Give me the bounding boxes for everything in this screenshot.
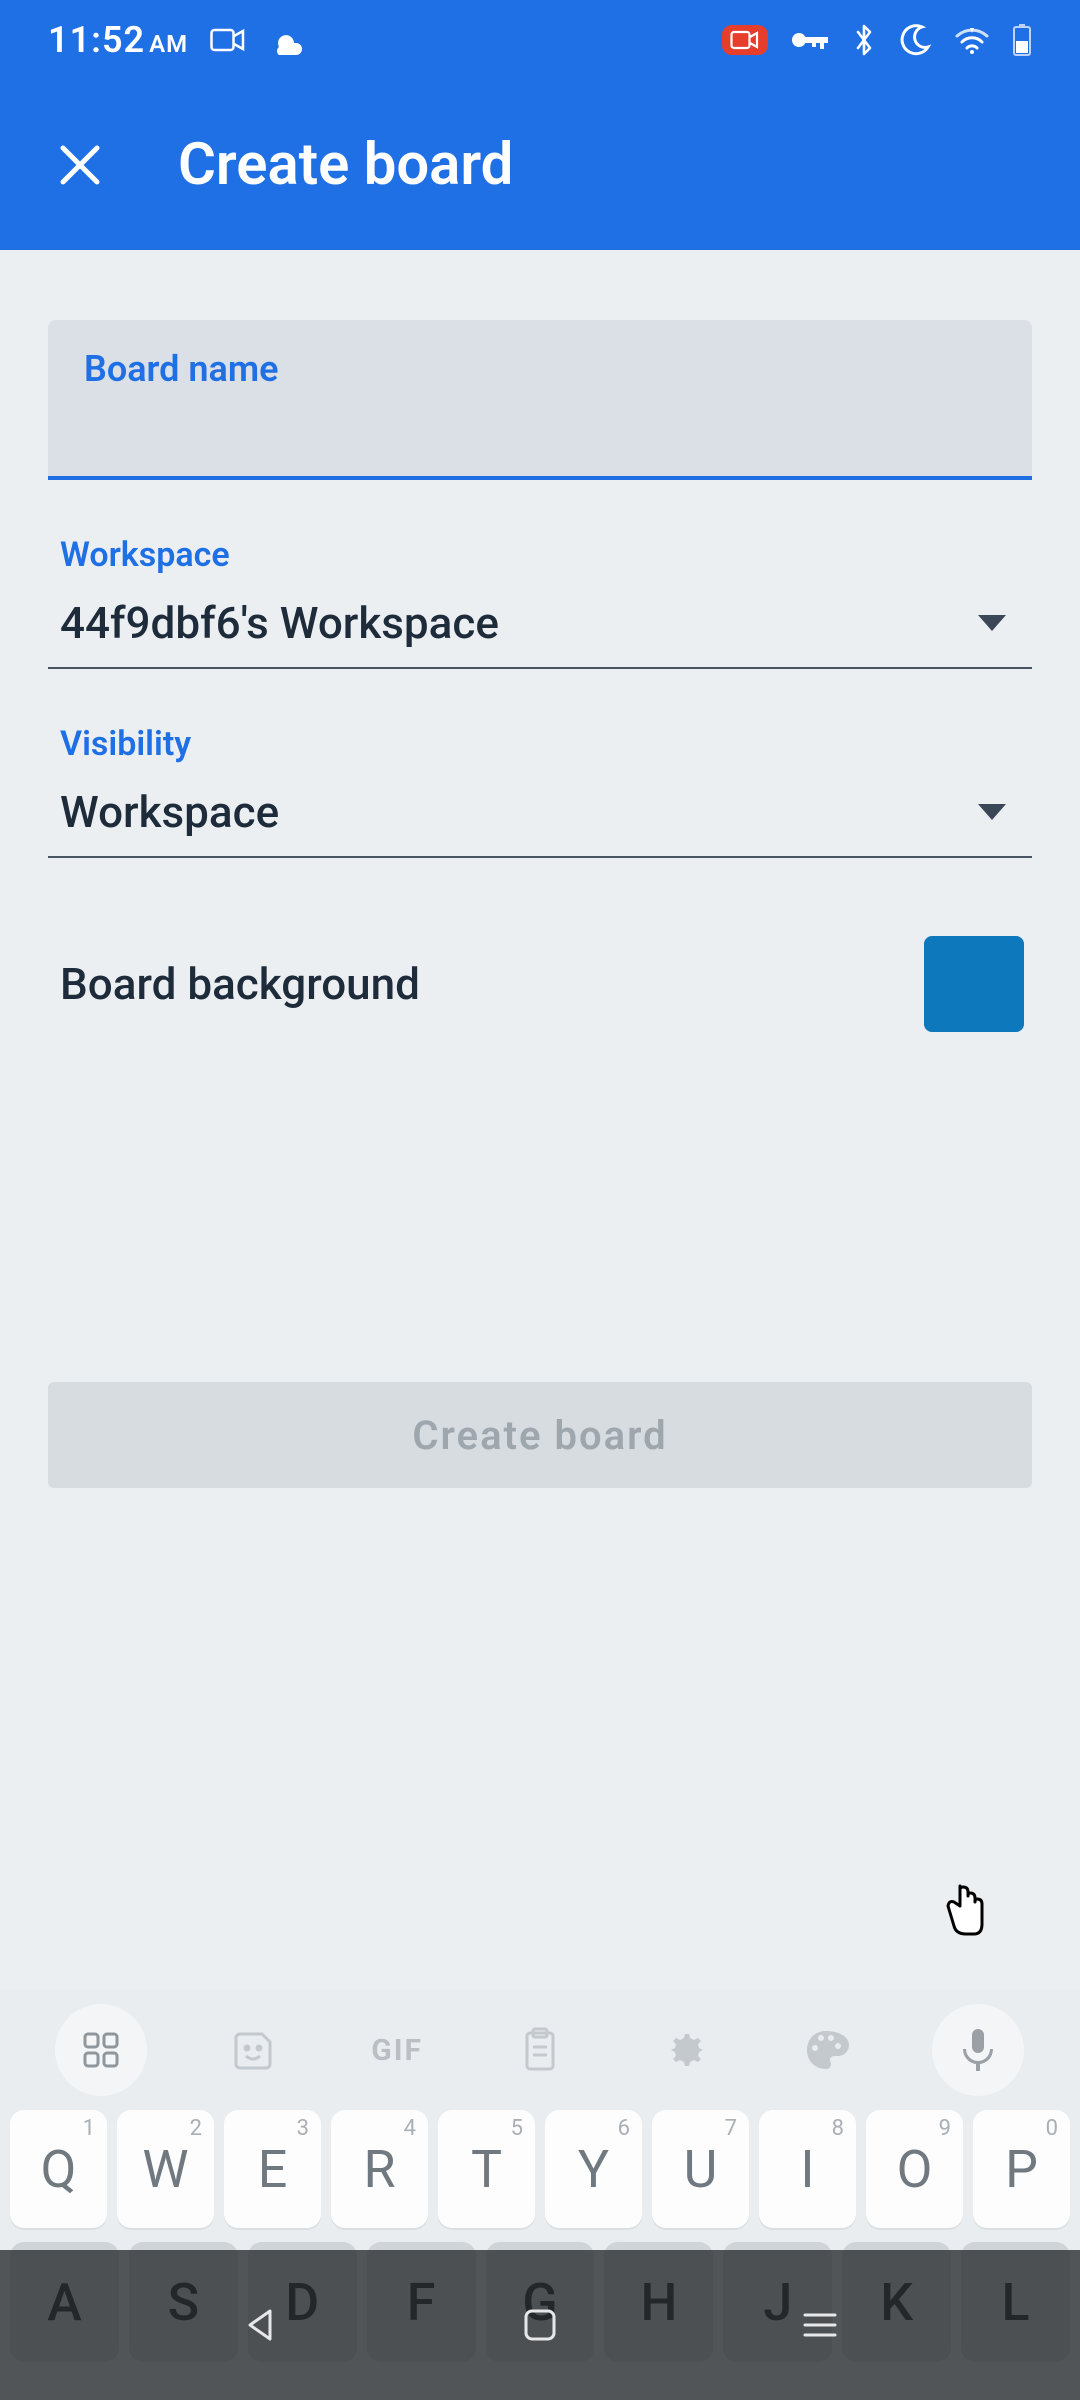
android-nav-bar [0,2250,1080,2400]
grid-icon [81,2030,121,2070]
key-hint: 0 [1046,2116,1058,2141]
wifi-icon [954,26,990,54]
key-w[interactable]: W2 [117,2110,214,2228]
chevron-down-icon [978,615,1006,631]
key-y[interactable]: Y6 [545,2110,642,2228]
bluetooth-icon [852,23,876,57]
board-name-input[interactable]: Board name [48,320,1032,480]
home-square-icon [522,2307,558,2343]
key-i[interactable]: I8 [759,2110,856,2228]
nav-back-button[interactable] [230,2295,290,2355]
page-title: Create board [178,131,513,199]
key-hint: 9 [939,2116,951,2141]
workspace-field: Workspace 44f9dbf6's Workspace [48,535,1032,669]
app-bar: Create board [0,80,1080,250]
keyboard-toolbar: GIF [0,1990,1080,2110]
board-background-swatch[interactable] [924,936,1024,1032]
recent-lines-icon [801,2310,839,2340]
board-name-label: Board name [84,348,996,390]
key-hint: 5 [511,2116,523,2141]
keyboard-gif-button[interactable]: GIF [361,2014,433,2086]
vpn-key-icon [790,28,830,52]
keyboard-sticker-button[interactable] [218,2014,290,2086]
create-board-button[interactable]: Create board [48,1382,1032,1488]
dnd-moon-icon [898,23,932,57]
status-left: 11:52AM [48,19,306,61]
board-background-label: Board background [60,958,420,1010]
key-hint: 8 [832,2116,844,2141]
gear-icon [661,2028,705,2072]
nav-home-button[interactable] [510,2295,570,2355]
close-icon [57,142,103,188]
key-t[interactable]: T5 [438,2110,535,2228]
status-ampm: AM [149,30,188,58]
workspace-value: 44f9dbf6's Workspace [60,597,499,649]
mic-icon [961,2027,995,2073]
keyboard-row-1: Q1W2E3R4T5Y6U7I8O9P0 [0,2110,1080,2228]
close-button[interactable] [48,133,112,197]
chevron-down-icon [978,804,1006,820]
key-r[interactable]: R4 [331,2110,428,2228]
key-q[interactable]: Q1 [10,2110,107,2228]
visibility-field: Visibility Workspace [48,724,1032,858]
weather-icon [268,25,306,55]
workspace-label: Workspace [60,535,1032,575]
nav-recent-button[interactable] [790,2295,850,2355]
keyboard-mic-button[interactable] [932,2004,1024,2096]
key-hint: 6 [618,2116,630,2141]
key-hint: 1 [83,2116,95,2141]
key-hint: 7 [725,2116,737,2141]
back-triangle-icon [240,2305,280,2345]
visibility-value: Workspace [60,786,279,838]
workspace-select[interactable]: 44f9dbf6's Workspace [48,597,1032,669]
keyboard-clipboard-button[interactable] [504,2014,576,2086]
keyboard-apps-button[interactable] [55,2004,147,2096]
status-time-value: 11:52 [48,19,145,61]
status-right [722,23,1032,57]
key-p[interactable]: P0 [973,2110,1070,2228]
visibility-label: Visibility [60,724,1032,764]
palette-icon [803,2027,849,2073]
sticker-icon [232,2028,276,2072]
board-background-row: Board background [48,936,1032,1032]
status-bar: 11:52AM [0,0,1080,80]
form-content: Board name Workspace 44f9dbf6's Workspac… [0,320,1080,1488]
cursor-pointer-icon [940,1880,990,1944]
key-hint: 2 [190,2116,202,2141]
status-time: 11:52AM [48,19,188,61]
screen-record-outline-icon [210,26,246,54]
keyboard-settings-button[interactable] [647,2014,719,2086]
recording-badge [722,25,768,55]
keyboard-theme-button[interactable] [790,2014,862,2086]
battery-icon [1012,23,1032,57]
key-hint: 4 [404,2116,416,2141]
visibility-select[interactable]: Workspace [48,786,1032,858]
key-u[interactable]: U7 [652,2110,749,2228]
key-hint: 3 [297,2116,309,2141]
key-o[interactable]: O9 [866,2110,963,2228]
clipboard-icon [520,2027,560,2073]
key-e[interactable]: E3 [224,2110,321,2228]
